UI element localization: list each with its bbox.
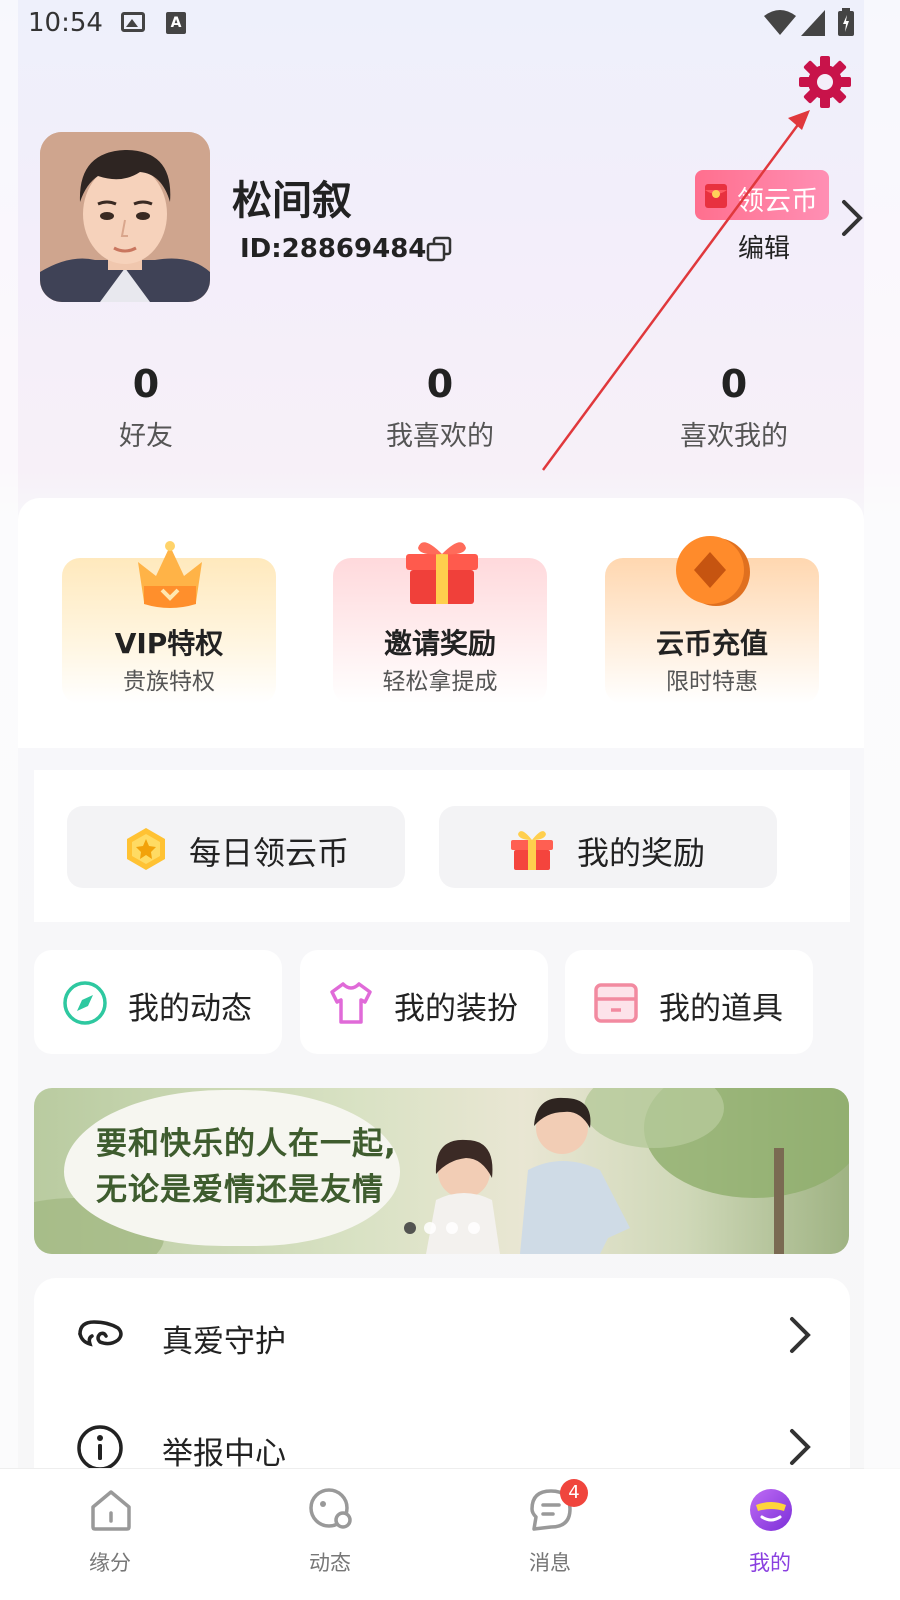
banner-dot[interactable] bbox=[404, 1222, 416, 1234]
invite-card-subtitle: 轻松拿提成 bbox=[382, 669, 498, 695]
banner-pagination bbox=[404, 1222, 484, 1236]
home-icon bbox=[91, 1490, 131, 1531]
banner-dot[interactable] bbox=[468, 1222, 480, 1234]
stat-friends-label: 好友 bbox=[119, 421, 173, 452]
text-a-icon: A bbox=[166, 12, 186, 34]
list-item-report-center-label: 举报中心 bbox=[162, 1436, 286, 1472]
profile-page: 10:54 A 松间叙 ID:28869484 领云币 编辑 0 好友 0 我喜… bbox=[0, 0, 900, 1600]
planet-icon bbox=[309, 1488, 352, 1529]
banner-line-1: 要和快乐的人在一起, bbox=[96, 1126, 397, 1162]
recharge-card-title: 云币充值 bbox=[655, 627, 768, 660]
nav-item-me[interactable]: 我的 bbox=[710, 1483, 830, 1593]
status-bar: 10:54 A bbox=[0, 0, 900, 50]
list-item-true-love-guard[interactable]: 真爱守护 bbox=[34, 1280, 850, 1390]
my-outfits-button[interactable]: 我的装扮 bbox=[300, 950, 548, 1054]
nav-item-feed[interactable]: 动态 bbox=[270, 1483, 390, 1593]
list-item-true-love-guard-label: 真爱守护 bbox=[162, 1324, 286, 1360]
coin-icon bbox=[676, 536, 750, 606]
box-icon bbox=[594, 983, 638, 1023]
chevron-right-icon bbox=[790, 1317, 811, 1353]
invite-card-title: 邀请奖励 bbox=[383, 627, 496, 660]
stat-i-liked-label: 我喜欢的 bbox=[386, 421, 494, 452]
chevron-right-icon[interactable] bbox=[838, 196, 868, 240]
my-rewards-button[interactable]: 我的奖励 bbox=[439, 806, 777, 888]
nav-item-messages[interactable]: 4 消息 bbox=[490, 1479, 610, 1593]
stat-liked-me-label: 喜欢我的 bbox=[680, 421, 788, 452]
banner-dot[interactable] bbox=[424, 1222, 436, 1234]
stat-i-liked[interactable]: 0 我喜欢的 bbox=[340, 362, 540, 453]
my-posts-button[interactable]: 我的动态 bbox=[34, 950, 282, 1054]
crown-icon bbox=[138, 541, 202, 608]
compass-icon bbox=[63, 981, 107, 1025]
bottom-nav: 缘分 动态 4 消息 我的 bbox=[0, 1468, 900, 1600]
stat-friends[interactable]: 0 好友 bbox=[46, 362, 246, 453]
shirt-icon bbox=[330, 982, 372, 1024]
my-props-label: 我的道具 bbox=[659, 991, 783, 1027]
nav-item-match[interactable]: 缘分 bbox=[50, 1483, 170, 1593]
gift-box-icon bbox=[406, 542, 478, 604]
battery-icon bbox=[838, 8, 854, 36]
vip-card-subtitle: 贵族特权 bbox=[123, 669, 215, 695]
vip-card-title: VIP特权 bbox=[114, 627, 224, 660]
stat-liked-me-value: 0 bbox=[720, 362, 748, 406]
chevron-right-icon bbox=[790, 1429, 811, 1465]
info-icon bbox=[77, 1425, 123, 1471]
image-icon bbox=[121, 12, 145, 32]
cloud-wing-icon bbox=[78, 1320, 123, 1347]
message-count-badge: 4 bbox=[560, 1479, 588, 1507]
banner-dot[interactable] bbox=[446, 1222, 458, 1234]
status-time: 10:54 bbox=[28, 8, 103, 38]
stat-i-liked-value: 0 bbox=[426, 362, 454, 406]
avatar-portrait bbox=[40, 132, 210, 302]
nav-label-match: 缘分 bbox=[89, 1551, 131, 1575]
recharge-card-subtitle: 限时特惠 bbox=[666, 669, 758, 695]
get-coins-label: 领云币 bbox=[737, 186, 818, 217]
edit-profile-link[interactable]: 编辑 bbox=[738, 228, 790, 265]
my-outfits-label: 我的装扮 bbox=[394, 991, 518, 1027]
stat-friends-value: 0 bbox=[132, 362, 160, 406]
profile-id: ID:28869484 bbox=[240, 234, 427, 264]
red-envelope-icon bbox=[705, 184, 727, 208]
daily-coins-button[interactable]: 每日领云币 bbox=[67, 806, 405, 888]
daily-coins-label: 每日领云币 bbox=[189, 834, 350, 872]
stat-liked-me[interactable]: 0 喜欢我的 bbox=[634, 362, 834, 453]
my-props-button[interactable]: 我的道具 bbox=[565, 950, 813, 1054]
wifi-icon bbox=[764, 10, 796, 35]
signal-icon bbox=[801, 10, 825, 36]
profile-name: 松间叙 bbox=[232, 178, 352, 224]
avatar[interactable] bbox=[40, 132, 210, 302]
gift-icon bbox=[511, 831, 553, 870]
my-rewards-label: 我的奖励 bbox=[577, 834, 706, 872]
copy-icon[interactable] bbox=[426, 236, 452, 262]
nav-label-messages: 消息 bbox=[529, 1551, 571, 1575]
banner-line-2: 无论是爱情还是友情 bbox=[96, 1172, 384, 1208]
me-icon bbox=[750, 1489, 792, 1531]
nav-label-feed: 动态 bbox=[309, 1551, 351, 1575]
gear-icon[interactable] bbox=[797, 54, 853, 110]
coin-badge-icon bbox=[127, 828, 165, 870]
get-coins-button[interactable]: 领云币 bbox=[695, 170, 829, 220]
my-posts-label: 我的动态 bbox=[128, 991, 252, 1027]
nav-label-me: 我的 bbox=[749, 1551, 791, 1575]
